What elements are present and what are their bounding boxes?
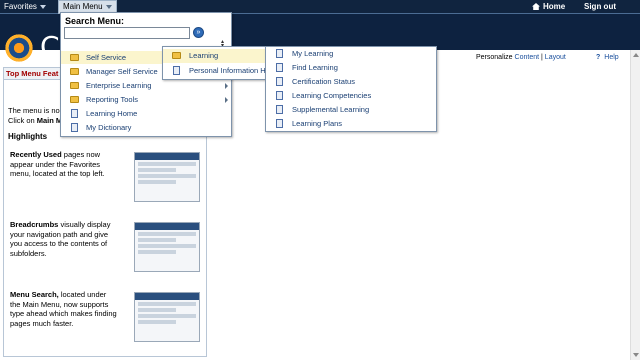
thumbnail-header <box>135 153 199 160</box>
scroll-up-icon[interactable] <box>633 53 639 57</box>
help-link[interactable]: ? Help <box>596 54 619 61</box>
page-icon <box>276 105 283 114</box>
feature-title: Recently Used <box>10 150 62 159</box>
thumbnail-row <box>138 314 196 318</box>
help-icon: ? <box>596 54 601 61</box>
menu-item-label: Manager Self Service <box>86 67 158 76</box>
chevron-right-icon <box>225 97 228 103</box>
vertical-scrollbar[interactable] <box>630 50 640 360</box>
submenu-item-supplemental-learning[interactable]: Supplemental Learning <box>266 103 436 117</box>
pagelet-intro-line: The menu is no <box>8 106 60 115</box>
submenu-item-label: My Learning <box>292 49 334 58</box>
search-go-button[interactable]: » <box>193 27 204 38</box>
feature-breadcrumbs: Breadcrumbs visually display your naviga… <box>10 220 118 258</box>
page-icon <box>276 63 283 72</box>
instruction-text: Click on <box>8 116 37 125</box>
thumbnail-row <box>138 174 196 178</box>
sign-out-link[interactable]: Sign out <box>580 0 620 14</box>
favorites-label: Favorites <box>4 2 37 11</box>
thumbnail-row <box>138 168 177 172</box>
menu-search-thumbnail <box>134 292 200 342</box>
page-icon <box>276 49 283 58</box>
personalize-label: Personalize <box>476 54 513 61</box>
submenu-item-personal-information[interactable]: Personal Information Ha <box>163 64 268 78</box>
page-icon <box>276 91 283 100</box>
breadcrumbs-thumbnail <box>134 222 200 272</box>
submenu-item-label: Learning <box>189 51 219 60</box>
thumbnail-row <box>138 244 196 248</box>
submenu-item-label: Learning Competencies <box>292 91 372 100</box>
sun-logo-icon <box>3 32 35 64</box>
submenu-item-learning-competencies[interactable]: Learning Competencies <box>266 89 436 103</box>
link-separator: | <box>541 54 543 61</box>
page-icon <box>173 66 180 75</box>
thumbnail-row <box>138 250 177 254</box>
submenu-item-label: Learning Plans <box>292 119 343 128</box>
page-icon <box>276 77 283 86</box>
home-label: Home <box>543 2 566 11</box>
thumbnail-row <box>138 308 177 312</box>
submenu-item-find-learning[interactable]: Find Learning <box>266 61 436 75</box>
thumbnail-row <box>138 180 177 184</box>
submenu-item-label: Find Learning <box>292 63 338 72</box>
submenu-item-my-learning[interactable]: My Learning <box>266 47 436 61</box>
search-menu-input[interactable] <box>64 27 190 39</box>
menu-item-learning-home[interactable]: Learning Home <box>61 107 231 120</box>
main-menu-label: Main Menu <box>63 2 103 11</box>
folder-icon <box>70 68 79 75</box>
feature-menu-search: Menu Search, located under the Main Menu… <box>10 290 118 328</box>
menu-item-enterprise-learning[interactable]: Enterprise Learning <box>61 79 231 92</box>
chevron-down-icon <box>39 4 46 9</box>
help-label: Help <box>604 54 619 61</box>
thumbnail-header <box>135 293 199 300</box>
menu-item-reporting-tools[interactable]: Reporting Tools <box>61 93 231 106</box>
feature-title: Menu Search, <box>10 290 59 299</box>
chevron-down-icon <box>105 4 112 9</box>
learning-submenu: My Learning Find Learning Certification … <box>265 46 437 132</box>
submenu-item-label: Certification Status <box>292 77 355 86</box>
personalize-layout-link[interactable]: Layout <box>545 54 566 61</box>
personalize-links: Personalize Content | Layout <box>476 54 566 61</box>
home-link[interactable]: Home <box>528 0 569 14</box>
page-icon <box>71 109 78 118</box>
scroll-down-icon[interactable] <box>633 353 639 357</box>
page-icon <box>276 119 283 128</box>
logo-letter: C <box>40 30 60 63</box>
menu-item-label: Self Service <box>86 53 127 62</box>
personalize-content-link[interactable]: Content <box>515 54 540 61</box>
folder-icon <box>172 52 181 59</box>
favorites-menu[interactable]: Favorites <box>0 0 50 14</box>
thumbnail-row <box>138 162 196 166</box>
submenu-item-learning-plans[interactable]: Learning Plans <box>266 117 436 131</box>
feature-recently-used: Recently Used pages now appear under the… <box>10 150 118 179</box>
folder-icon <box>70 96 79 103</box>
highlights-heading: Highlights <box>8 132 48 141</box>
recently-used-thumbnail <box>134 152 200 202</box>
menu-item-label: Reporting Tools <box>86 95 138 104</box>
submenu-item-label: Personal Information Ha <box>189 66 268 75</box>
menu-item-label: Learning Home <box>86 109 138 118</box>
thumbnail-header <box>135 223 199 230</box>
self-service-submenu: Learning Personal Information Ha <box>162 46 268 80</box>
page-icon <box>71 123 78 132</box>
menu-item-label: Enterprise Learning <box>86 81 152 90</box>
thumbnail-row <box>138 302 196 306</box>
submenu-item-learning[interactable]: Learning <box>163 49 267 63</box>
submenu-item-certification-status[interactable]: Certification Status <box>266 75 436 89</box>
thumbnail-row <box>138 238 177 242</box>
folder-icon <box>70 54 79 61</box>
pagelet-instruction-line: Click on Main M <box>8 116 62 125</box>
menu-item-my-dictionary[interactable]: My Dictionary <box>61 121 231 134</box>
folder-icon <box>70 82 79 89</box>
menu-item-label: My Dictionary <box>86 123 132 132</box>
home-icon <box>532 3 540 10</box>
search-menu-label: Search Menu: <box>65 16 125 26</box>
instruction-bold: Main M <box>36 116 63 125</box>
thumbnail-row <box>138 232 196 236</box>
thumbnail-row <box>138 320 177 324</box>
chevron-right-icon <box>225 83 228 89</box>
submenu-item-label: Supplemental Learning <box>292 105 370 114</box>
feature-title: Breadcrumbs <box>10 220 59 229</box>
